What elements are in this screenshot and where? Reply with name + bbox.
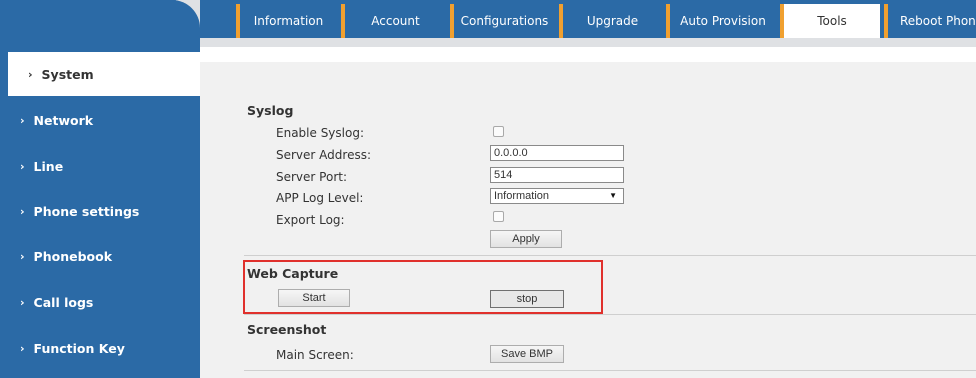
tab-label: Reboot Phone [900,14,976,28]
chevron-right-icon: › [20,341,25,355]
sidebar-item-phone-settings[interactable]: › Phone settings [0,189,200,233]
sidebar-item-label: Phonebook [33,248,113,264]
app-log-level-label: APP Log Level: [276,191,364,205]
divider [244,314,976,315]
server-port-label: Server Port: [276,170,347,184]
export-log-label: Export Log: [276,213,345,227]
web-capture-title: Web Capture [247,266,339,281]
tab-label: Information [253,14,324,28]
sidebar-item-label: Network [33,112,94,128]
enable-syslog-label: Enable Syslog: [276,126,364,140]
stop-capture-button[interactable]: stop [490,290,564,308]
sidebar-item-phonebook[interactable]: › Phonebook [0,234,200,278]
tab-auto-provision[interactable]: Auto Provision [666,4,776,38]
tab-account[interactable]: Account [341,4,446,38]
tab-reboot-phone[interactable]: Reboot Phone [884,4,976,38]
tab-upgrade[interactable]: Upgrade [559,4,662,38]
sidebar-item-label: Line [33,158,64,174]
sidebar-item-call-logs[interactable]: › Call logs [0,280,200,324]
app-log-level-select[interactable]: Information ▼ [490,188,624,204]
sidebar-item-line[interactable]: › Line [0,144,200,188]
chevron-right-icon: › [20,295,25,309]
sidebar-item-label: Phone settings [33,203,140,219]
syslog-title: Syslog [247,103,294,118]
sidebar-item-label: System [41,66,94,82]
divider [244,255,976,256]
sidebar-item-system[interactable]: › System [8,52,200,96]
tab-tools[interactable]: Tools [780,4,880,38]
screenshot-title: Screenshot [247,322,327,337]
tab-information[interactable]: Information [236,4,337,38]
tab-bar-underline [200,38,976,47]
sidebar-header [0,0,200,47]
chevron-right-icon: › [20,249,25,263]
divider [244,370,976,371]
chevron-right-icon: › [28,67,33,81]
apply-button[interactable]: Apply [490,230,562,248]
sidebar-item-label: Call logs [33,294,94,310]
export-log-checkbox[interactable] [493,211,504,222]
tab-configurations[interactable]: Configurations [450,4,555,38]
server-address-label: Server Address: [276,148,371,162]
sidebar-item-network[interactable]: › Network [0,98,200,142]
tab-label: Tools [817,14,847,28]
main-screen-label: Main Screen: [276,348,354,362]
sidebar: › System › Network › Line › Phone settin… [0,47,200,378]
chevron-right-icon: › [20,204,25,218]
server-port-input[interactable]: 514 [490,167,624,183]
enable-syslog-checkbox[interactable] [493,126,504,137]
start-capture-button[interactable]: Start [278,289,350,307]
tab-label: Auto Provision [680,14,766,28]
sidebar-item-function-key[interactable]: › Function Key [0,326,200,370]
chevron-right-icon: › [20,159,25,173]
app-log-level-value: Information [494,190,550,202]
sidebar-header-cap [0,0,200,47]
top-tab-bar: Information Account Configurations Upgra… [200,0,976,47]
tab-label: Configurations [460,14,549,28]
chevron-right-icon: › [20,113,25,127]
tab-label: Upgrade [586,14,639,28]
server-address-input[interactable]: 0.0.0.0 [490,145,624,161]
tab-label: Account [371,14,420,28]
main-content: Syslog Enable Syslog: Server Address: 0.… [200,47,976,378]
save-bmp-button[interactable]: Save BMP [490,345,564,363]
dropdown-arrow-icon: ▼ [609,191,617,200]
sidebar-item-label: Function Key [33,340,125,356]
